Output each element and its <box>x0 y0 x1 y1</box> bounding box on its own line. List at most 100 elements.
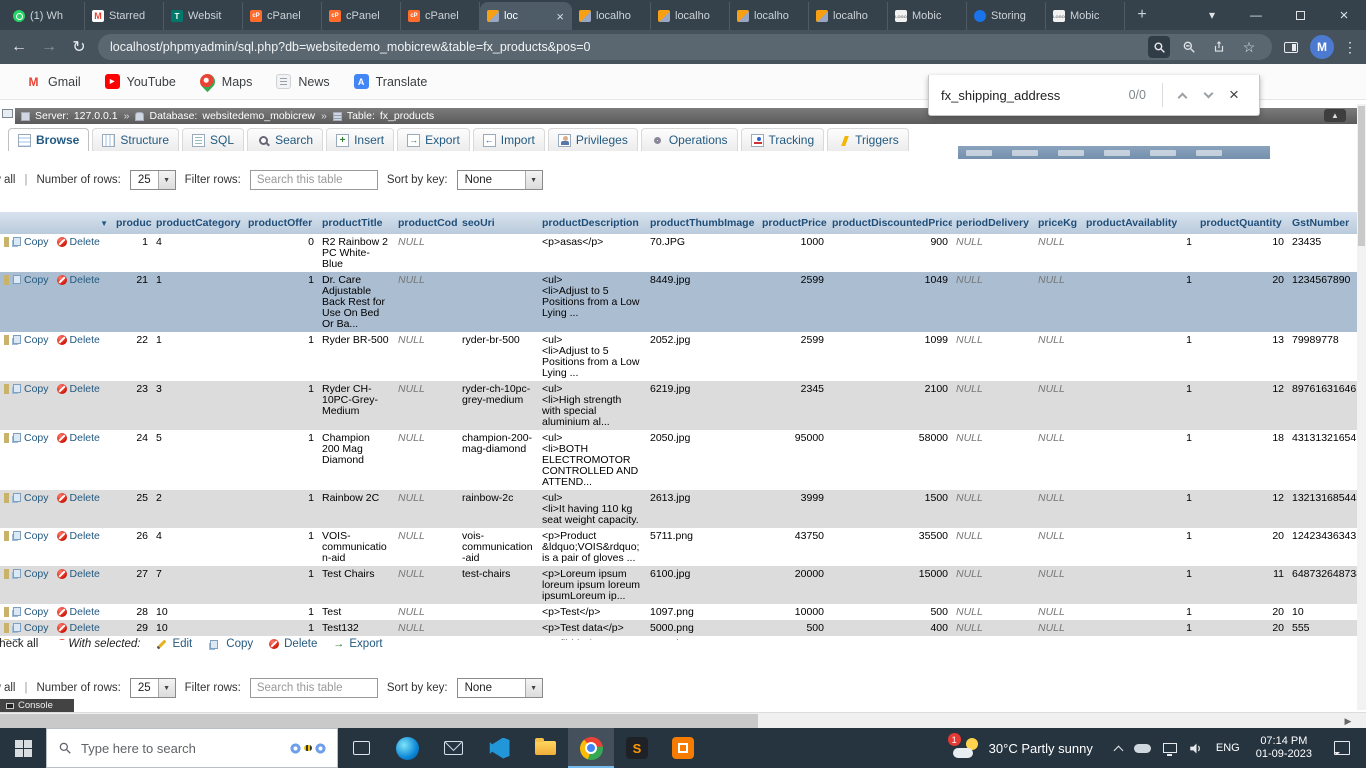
share-icon[interactable] <box>1208 36 1230 58</box>
orange-app-button[interactable] <box>660 728 706 768</box>
scroll-top-button[interactable]: ▲ <box>1324 109 1346 122</box>
volume-icon[interactable] <box>1189 742 1204 755</box>
row-delete-link[interactable]: Delete <box>70 432 100 444</box>
browser-tab[interactable]: localho <box>651 2 730 30</box>
pma-tab-search[interactable]: Search <box>247 128 323 151</box>
row-delete-link[interactable]: Delete <box>70 383 100 395</box>
column-header-seoUri[interactable]: seoUri <box>458 212 538 234</box>
horizontal-scrollbar-thumb[interactable] <box>0 714 758 728</box>
tab-search-icon[interactable]: ▾ <box>1190 0 1234 30</box>
copy-selected-button[interactable]: Copy <box>208 638 253 650</box>
show-all-toggle[interactable]: Show all <box>0 682 15 694</box>
table-row[interactable]: CopyDelete2211Ryder BR-500NULLryder-br-5… <box>0 332 1366 381</box>
column-header-GstNumber[interactable]: GstNumber <box>1288 212 1366 234</box>
row-delete-link[interactable]: Delete <box>70 606 100 618</box>
bookmark-item[interactable]: Gmail <box>26 74 81 89</box>
sort-by-key-select[interactable]: None ▼ <box>457 170 543 190</box>
pma-tab-import[interactable]: Import <box>473 128 545 151</box>
table-row[interactable]: CopyDelete28101TestNULL<p>Test</p>1097.p… <box>0 604 1366 620</box>
vertical-scrollbar[interactable] <box>1357 104 1366 710</box>
breadcrumb-database-label[interactable]: Database: <box>149 110 197 122</box>
table-row[interactable]: CopyDelete2771Test ChairsNULLtest-chairs… <box>0 566 1366 604</box>
column-header-productThumbImage[interactable]: productThumbImage <box>646 212 758 234</box>
edit-selected-button[interactable]: Edit <box>156 638 192 650</box>
browser-tab[interactable]: localho <box>572 2 651 30</box>
column-header-priceKg[interactable]: priceKg <box>1034 212 1082 234</box>
mail-app-button[interactable] <box>430 728 476 768</box>
vertical-scrollbar-thumb[interactable] <box>1358 106 1365 246</box>
browser-tab[interactable]: Websit <box>164 2 243 30</box>
row-copy-link[interactable]: Copy <box>24 383 49 395</box>
zoom-icon[interactable] <box>1178 36 1200 58</box>
bookmark-item[interactable]: Maps <box>200 74 253 89</box>
filter-rows-input[interactable] <box>250 170 378 190</box>
find-next-icon[interactable] <box>1195 82 1221 108</box>
sort-by-key-select[interactable]: None ▼ <box>457 678 543 698</box>
find-close-icon[interactable]: × <box>1221 82 1247 108</box>
export-selected-button[interactable]: → Export <box>333 638 382 650</box>
vscode-app-button[interactable] <box>476 728 522 768</box>
filter-rows-input[interactable] <box>250 678 378 698</box>
row-copy-link[interactable]: Copy <box>24 334 49 346</box>
row-copy-link[interactable]: Copy <box>24 492 49 504</box>
profile-avatar[interactable]: M <box>1310 35 1334 59</box>
row-copy-link[interactable]: Copy <box>24 432 49 444</box>
menu-icon[interactable]: ⋮ <box>1342 39 1358 56</box>
delete-selected-button[interactable]: Delete <box>269 638 317 650</box>
bookmark-item[interactable]: Translate <box>354 74 428 89</box>
find-extension-icon[interactable] <box>1148 36 1170 58</box>
pma-tab-export[interactable]: Export <box>397 128 470 151</box>
taskbar-search[interactable]: Type here to search <box>46 728 338 768</box>
pma-tab-operations[interactable]: Operations <box>641 128 738 151</box>
back-icon[interactable]: ← <box>8 38 30 56</box>
close-button[interactable]: × <box>1322 0 1366 30</box>
browser-tab[interactable]: (1) Wh <box>6 2 85 30</box>
row-copy-link[interactable]: Copy <box>24 274 49 286</box>
onedrive-icon[interactable] <box>1134 744 1151 753</box>
column-header-productID[interactable]: productID <box>112 212 152 234</box>
browser-tab[interactable]: Mobic <box>1046 2 1125 30</box>
refresh-icon[interactable]: ↻ <box>68 37 90 57</box>
scroll-right-arrow-icon[interactable]: ▶ <box>1340 713 1356 728</box>
table-row[interactable]: CopyDelete2451Champion 200 Mag DiamondNU… <box>0 430 1366 490</box>
row-copy-link[interactable]: Copy <box>24 236 49 248</box>
pma-tab-browse[interactable]: Browse <box>8 128 89 151</box>
pma-tab-tracking[interactable]: Tracking <box>741 128 825 151</box>
language-indicator[interactable]: ENG <box>1216 742 1240 754</box>
table-row[interactable]: CopyDelete2331Ryder CH-10PC-Grey-MediumN… <box>0 381 1366 430</box>
taskbar-clock[interactable]: 07:14 PM 01-09-2023 <box>1252 735 1316 762</box>
row-copy-link[interactable]: Copy <box>24 622 49 634</box>
dark-s-app-button[interactable] <box>614 728 660 768</box>
tab-close-icon[interactable]: × <box>555 9 565 24</box>
maximize-button[interactable] <box>1278 0 1322 30</box>
network-icon[interactable] <box>1163 743 1177 753</box>
row-delete-link[interactable]: Delete <box>70 334 100 346</box>
breadcrumb-server[interactable]: 127.0.0.1 <box>74 110 118 122</box>
bookmark-item[interactable]: News <box>276 74 329 89</box>
browser-tab[interactable]: cPanel <box>322 2 401 30</box>
row-delete-link[interactable]: Delete <box>70 568 100 580</box>
column-header-productQuantity[interactable]: productQuantity <box>1196 212 1288 234</box>
pma-tab-insert[interactable]: Insert <box>326 128 394 151</box>
table-row[interactable]: CopyDelete29101Test132NULL<p>Test data</… <box>0 620 1366 636</box>
column-header-productDiscountedPrice[interactable]: productDiscountedPrice <box>828 212 952 234</box>
tray-expand-icon[interactable] <box>1113 745 1123 755</box>
start-button[interactable] <box>0 728 46 768</box>
column-header-productOffer[interactable]: productOffer <box>244 212 318 234</box>
rows-count-select[interactable]: 25 ▼ <box>130 678 176 698</box>
column-header-productCategory[interactable]: productCategory <box>152 212 244 234</box>
row-delete-link[interactable]: Delete <box>70 274 100 286</box>
pma-tab-triggers[interactable]: Triggers <box>827 128 909 151</box>
forward-icon[interactable]: → <box>38 38 60 56</box>
bookmark-item[interactable]: YouTube <box>105 74 176 89</box>
table-row[interactable]: CopyDelete2641VOIS-communication-aidNULL… <box>0 528 1366 566</box>
find-previous-icon[interactable] <box>1169 82 1195 108</box>
column-header-productPrice[interactable]: productPrice <box>758 212 828 234</box>
check-all-toggle[interactable]: Check all <box>0 638 38 650</box>
breadcrumb-server-label[interactable]: Server: <box>35 110 69 122</box>
new-tab-button[interactable]: + <box>1129 2 1155 28</box>
row-copy-link[interactable]: Copy <box>24 530 49 542</box>
row-delete-link[interactable]: Delete <box>70 236 100 248</box>
browser-tab[interactable]: Starred <box>85 2 164 30</box>
minimize-button[interactable]: — <box>1234 0 1278 30</box>
